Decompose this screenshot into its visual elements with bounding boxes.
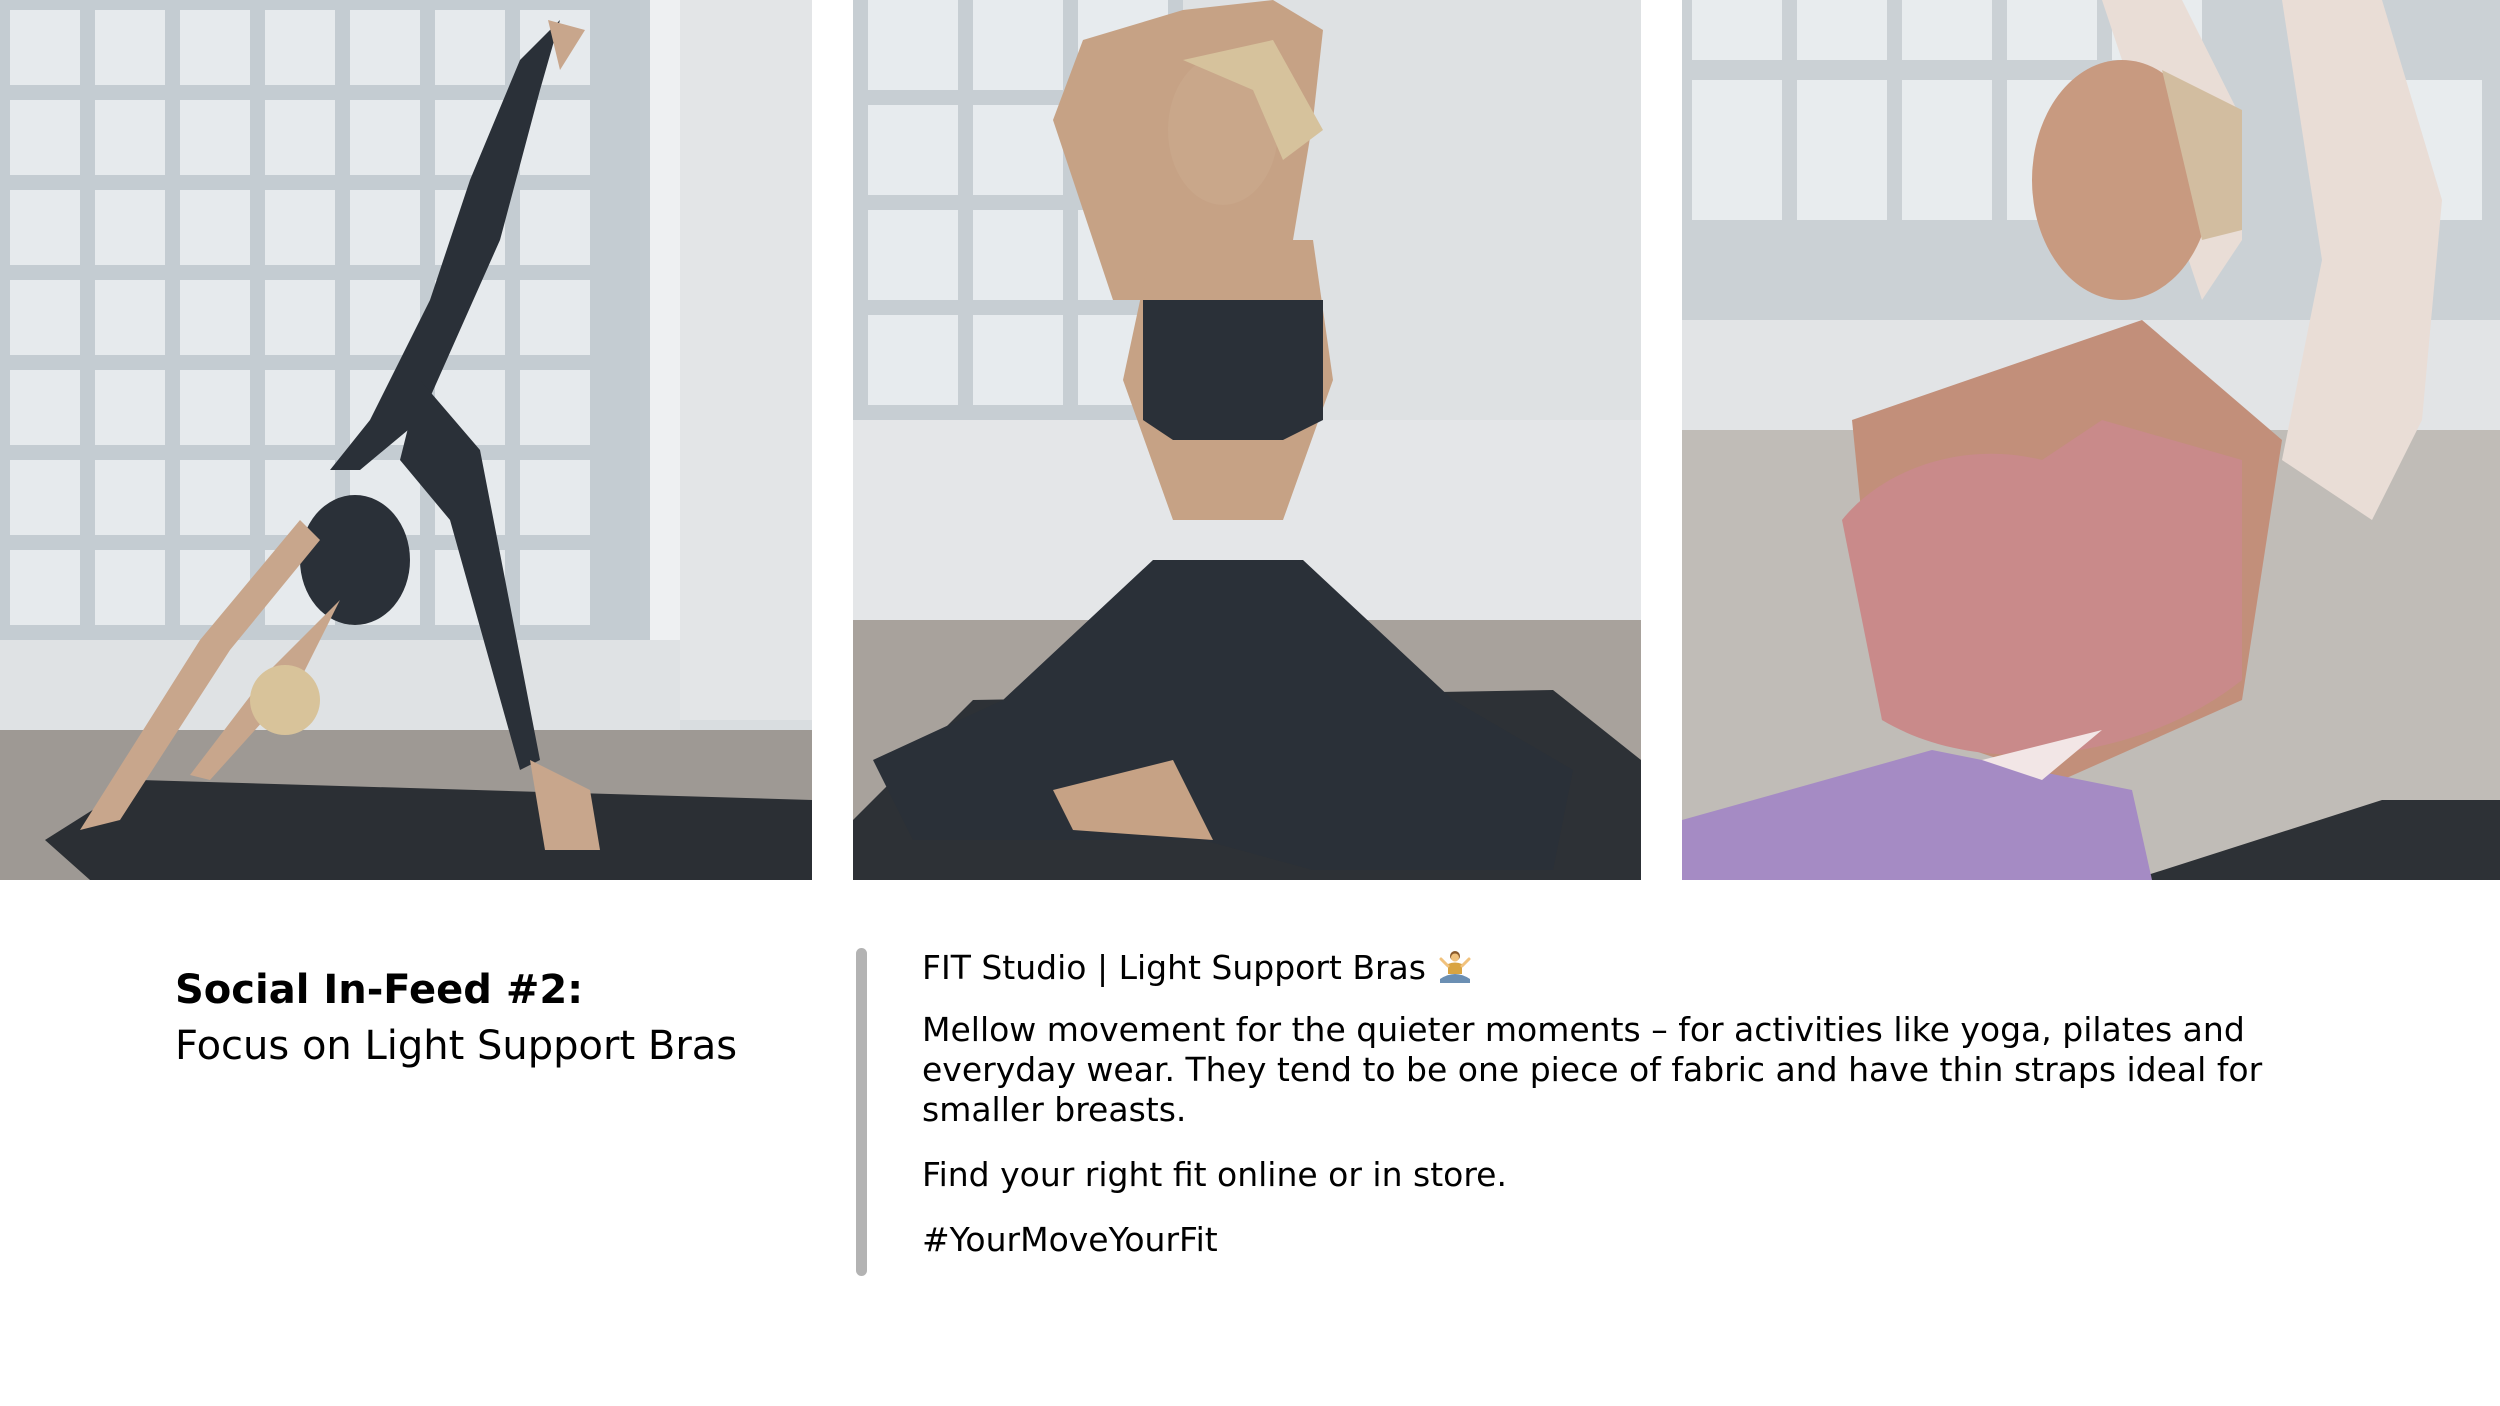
yoga-person-icon [1439,951,1471,983]
photo-seated-stretch-image [853,0,1641,880]
title-subtitle: Focus on Light Support Bras [175,1023,738,1069]
post-headline-text: FIT Studio | Light Support Bras [922,948,1426,987]
post-body: Mellow movement for the quieter moments … [922,1010,2263,1129]
photo-kneeling-backbend-image [1682,0,2500,880]
photo-downward-dog [0,0,812,880]
photo-kneeling-backbend [1682,0,2500,880]
title-label: Social In-Feed #2: [175,967,584,1013]
photo-strip [0,0,2500,884]
post-copy: FIT Studio | Light Support Bras Mellow m… [922,948,2362,1260]
vertical-divider [856,948,867,1276]
post-headline: FIT Studio | Light Support Bras [922,948,2362,988]
post-cta: Find your right fit online or in store. [922,1155,1507,1194]
photo-downward-dog-image [0,0,812,880]
post-hashtag: #YourMoveYourFit [922,1220,1218,1259]
photo-seated-stretch [853,0,1641,880]
slide-title: Social In-Feed #2: Focus on Light Suppor… [175,962,855,1074]
